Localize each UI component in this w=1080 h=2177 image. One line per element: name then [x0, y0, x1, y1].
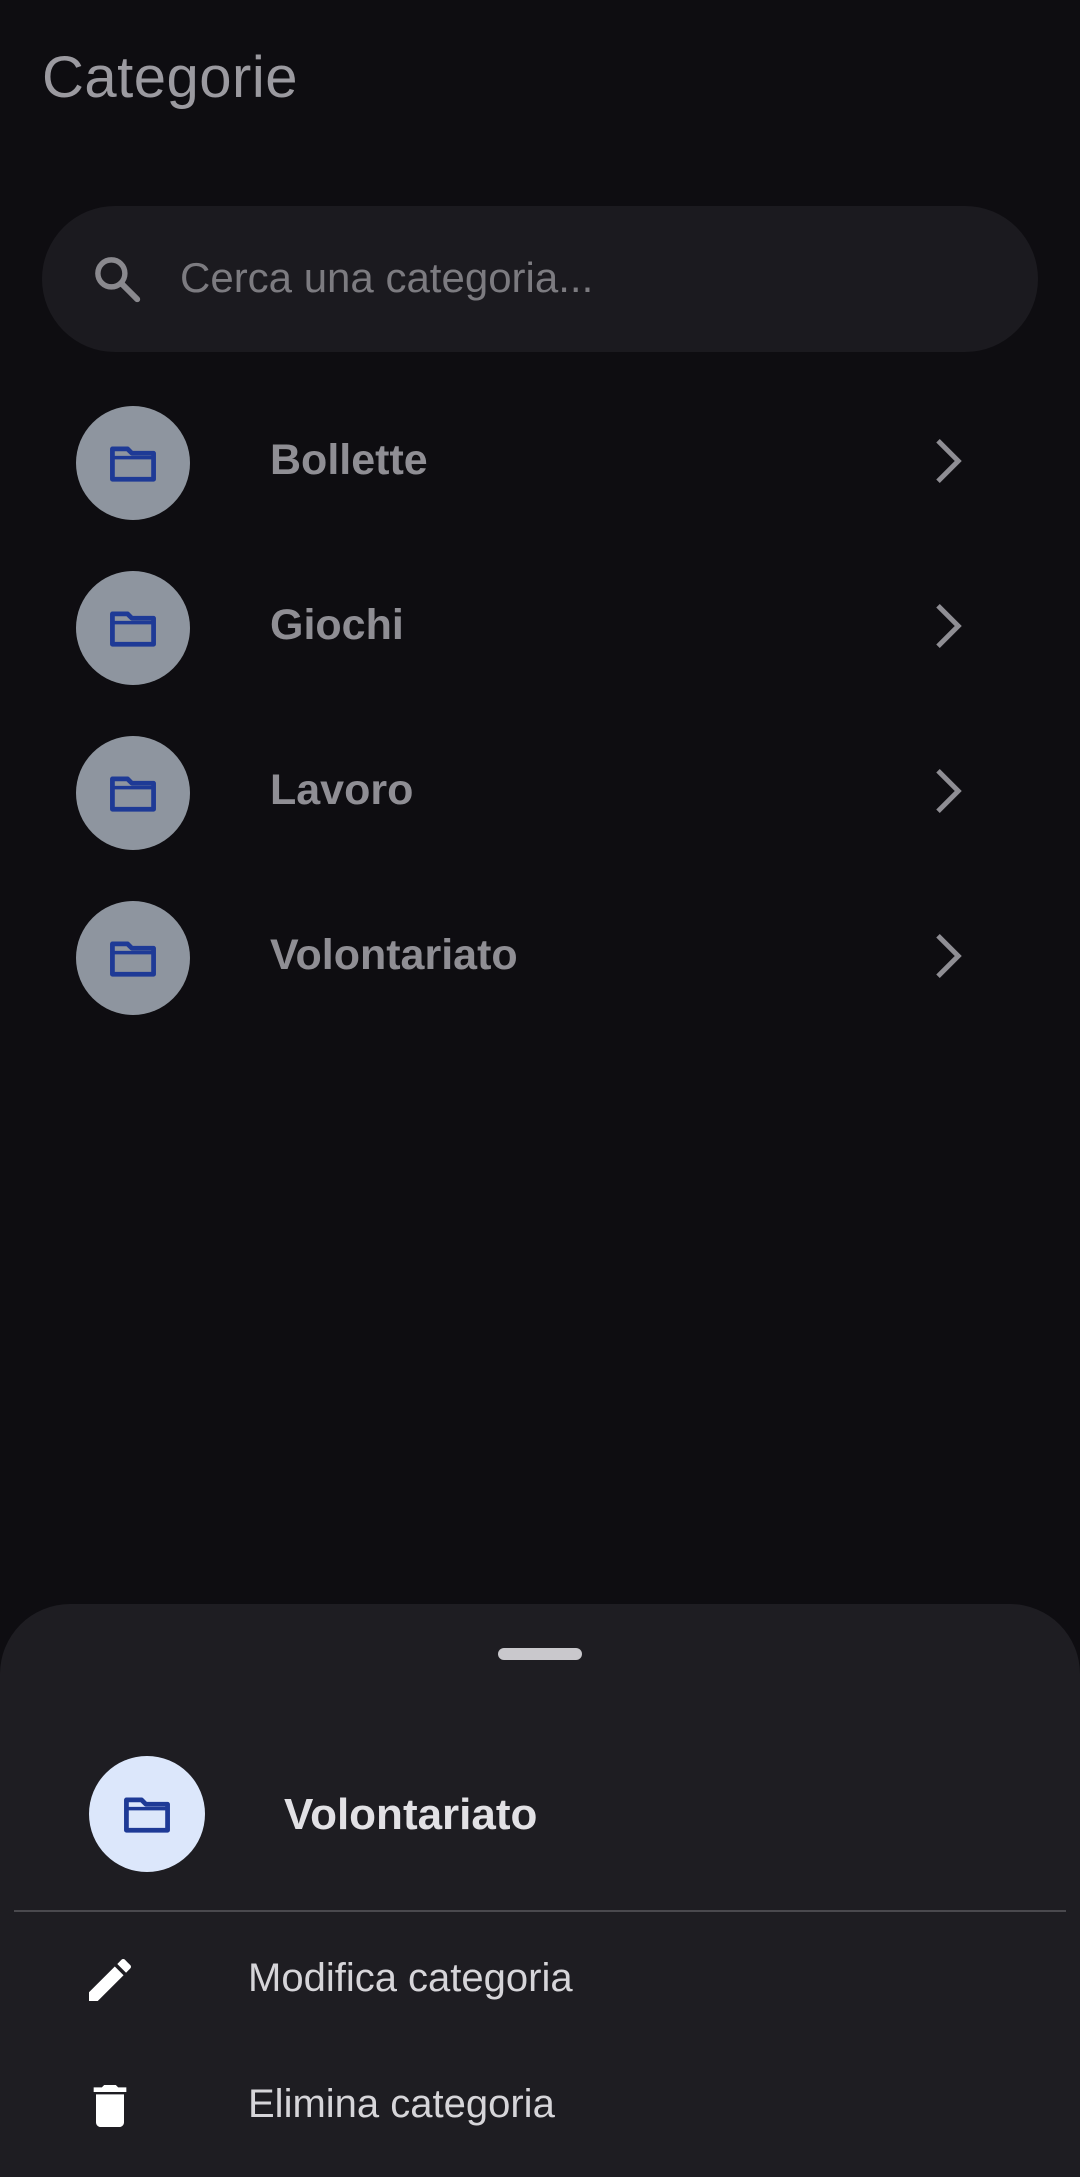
action-label: Elimina categoria — [248, 2082, 555, 2126]
delete-category-button[interactable]: Elimina categoria — [0, 2040, 1080, 2166]
bottom-sheet: Volontariato Modifica categoria Elimina … — [0, 1604, 1080, 2177]
sheet-title: Volontariato — [284, 1790, 538, 1839]
trash-icon — [93, 2085, 127, 2127]
pencil-icon — [89, 1958, 132, 2001]
edit-category-button[interactable]: Modifica categoria — [0, 1914, 1080, 2040]
selected-category-avatar — [89, 1756, 205, 1872]
action-label: Modifica categoria — [248, 1956, 573, 2000]
drag-handle[interactable] — [498, 1648, 582, 1660]
folder-icon — [124, 1797, 170, 1833]
divider — [14, 1910, 1066, 1912]
